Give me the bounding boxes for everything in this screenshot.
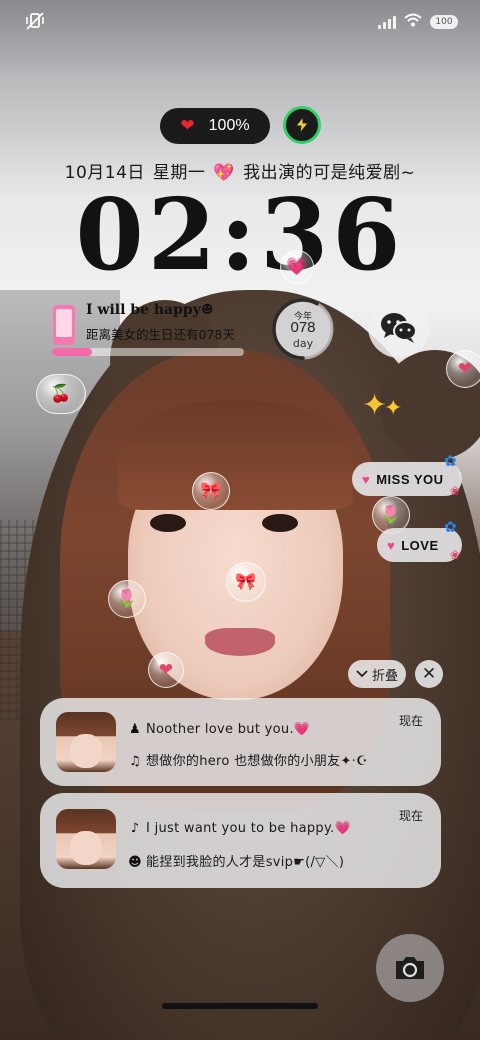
notification-line2: ☻ 能捏到我脸的人才是svip☛(/▽＼) — [128, 851, 344, 870]
countdown-widget[interactable]: I will be happy☻ 距离美女的生日还有078天 — [50, 300, 270, 362]
avatar — [56, 712, 116, 772]
smiley-icon: ☻ — [128, 855, 142, 870]
heart-bubble: ❤ — [446, 350, 480, 388]
sparkle-icon: ✦ — [384, 396, 403, 421]
countdown-subtitle: 距离美女的生日还有078天 — [86, 327, 235, 342]
heart-bubble: 💗 — [280, 250, 314, 284]
wifi-icon — [404, 12, 422, 31]
miss-you-text: MISS YOU — [376, 471, 444, 487]
countdown-progress-fill — [52, 348, 93, 356]
wechat-icon[interactable] — [368, 296, 430, 358]
lightning-bolt-icon — [294, 116, 310, 134]
rose-bubble: 🌷 — [108, 580, 146, 618]
music-note-icon: ♫ — [129, 754, 141, 769]
battery-indicator: 100 — [430, 14, 458, 29]
bow-bubble: 🎀 — [192, 472, 230, 510]
butterfly-icon: ✿ — [444, 518, 457, 536]
tiktok-icon: ♪ — [130, 821, 140, 836]
phone-heart-icon — [53, 305, 75, 345]
home-indicator[interactable] — [162, 1003, 318, 1009]
qq-penguin-icon: ♟ — [129, 722, 141, 737]
rose-icon: ❀ — [450, 548, 461, 562]
fold-label: 折叠 — [371, 668, 398, 684]
heart-bubble: ❤ — [148, 652, 184, 688]
heart-icon: ❤ — [180, 116, 195, 136]
notification-card[interactable]: 现在 ♟ Noother love but you.💗 ♫ 想做你的hero 也想做… — [40, 698, 441, 786]
notification-line2-text: 能捏到我脸的人才是svip☛(/▽＼) — [146, 855, 345, 870]
cherry-cloud-sticker: 🍒 — [36, 374, 86, 414]
battery-widget[interactable]: ❤ 100% — [160, 108, 270, 144]
day-counter-widget[interactable]: 今年 078 day — [270, 296, 336, 362]
butterfly-icon: ✿ — [444, 452, 457, 470]
love-text: LOVE — [401, 537, 439, 553]
notification-line1-text: I just want you to be happy.💗 — [146, 821, 352, 836]
notification-line1: ♪ I just want you to be happy.💗 — [128, 821, 351, 836]
rose-icon: ❀ — [450, 484, 461, 498]
avatar — [56, 809, 116, 869]
notification-line2-text: 想做你的hero 也想做你的小朋友✦·☪ — [146, 754, 369, 769]
notification-time: 现在 — [398, 809, 423, 823]
bow-bubble: 🎀 — [226, 562, 266, 602]
signal-icon — [378, 15, 396, 29]
lockscreen-clock[interactable]: 02:36 — [0, 176, 480, 296]
notification-line2: ♫ 想做你的hero 也想做你的小朋友✦·☪ — [128, 750, 368, 769]
close-notifications-button[interactable]: ✕ — [415, 660, 443, 688]
camera-button[interactable] — [376, 934, 444, 1002]
charging-indicator — [283, 106, 321, 144]
notification-time: 现在 — [398, 714, 423, 728]
vibrate-off-icon — [24, 10, 46, 32]
status-bar-right: 100 — [378, 12, 458, 31]
notification-line1: ♟ Noother love but you.💗 — [128, 722, 310, 737]
fold-notifications-button[interactable]: 折叠 — [348, 660, 406, 688]
countdown-title: I will be happy☻ — [86, 302, 214, 318]
notification-card[interactable]: 现在 ♪ I just want you to be happy.💗 ☻ 能捏到我脸… — [40, 793, 441, 888]
camera-icon — [396, 957, 424, 979]
day-widget-number: 078 — [290, 319, 316, 336]
battery-percent: 100% — [208, 117, 250, 134]
countdown-progress-bar — [52, 348, 244, 356]
heart-icon: ♥ — [362, 471, 371, 487]
heart-icon: ♥ — [387, 537, 396, 553]
notification-line1-text: Noother love but you.💗 — [146, 722, 311, 737]
day-widget-unit: day — [292, 337, 314, 350]
chevron-down-icon — [356, 670, 368, 678]
